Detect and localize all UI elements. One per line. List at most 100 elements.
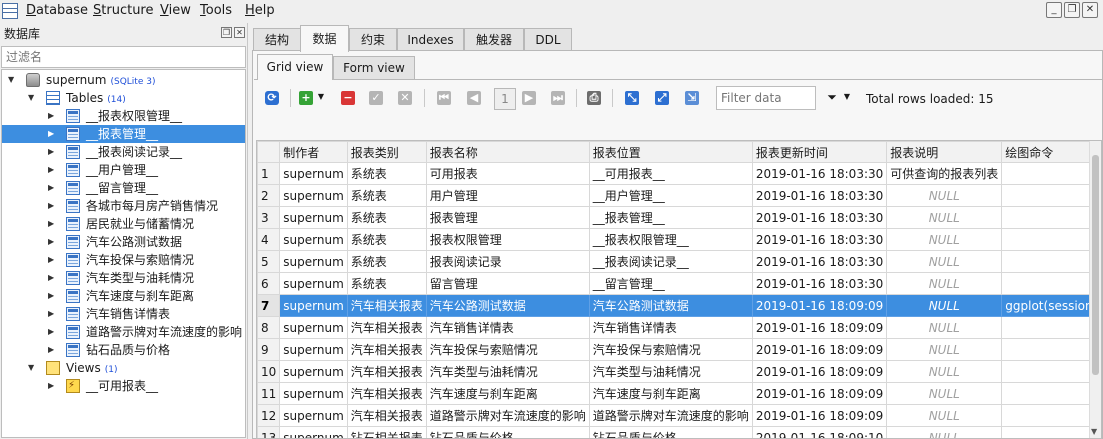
table-cell[interactable]: 系统表 xyxy=(346,272,427,295)
chevron-right-icon[interactable]: ▶ xyxy=(48,305,54,323)
tree-filter-input[interactable] xyxy=(1,46,246,68)
row-number[interactable]: 7 xyxy=(257,294,281,317)
table-cell[interactable]: 可供查询的报表列表 xyxy=(886,162,1003,185)
chevron-down-icon[interactable]: ▼ xyxy=(8,71,14,89)
table-cell[interactable]: 钻石品质与价格 xyxy=(425,426,590,438)
table-cell[interactable]: __可用报表__ xyxy=(588,162,753,185)
table-cell[interactable] xyxy=(1001,338,1101,361)
table-cell[interactable]: 2019-01-16 18:09:09 xyxy=(751,338,888,361)
menu-database[interactable]: Database xyxy=(26,3,88,18)
table-row[interactable]: 11 supernum 汽车相关报表 汽车速度与刹车距离 汽车速度与刹车距离 2019-0… xyxy=(257,382,1101,405)
prev-page-icon[interactable]: ◀ xyxy=(464,87,484,107)
database-tree[interactable]: ▼ supernum (SQLite 3) ▼ Tables (14) ▶ __报表权… xyxy=(1,69,246,438)
table-cell[interactable]: 报表权限管理 xyxy=(425,228,590,251)
table-cell[interactable]: 2019-01-16 18:09:09 xyxy=(751,360,888,383)
restore-icon[interactable]: ❐ xyxy=(1064,2,1080,18)
table-cell[interactable]: __用户管理__ xyxy=(588,184,753,207)
row-number[interactable]: 5 xyxy=(257,250,281,273)
table-cell[interactable]: supernum xyxy=(279,184,348,207)
chevron-right-icon[interactable]: ▶ xyxy=(48,233,54,251)
float-icon[interactable]: ❐ xyxy=(221,27,232,38)
table-cell[interactable]: 2019-01-16 18:03:30 xyxy=(751,272,888,295)
table-cell[interactable]: 汽车销售详情表 xyxy=(588,316,753,339)
chevron-down-icon[interactable]: ▼ xyxy=(316,87,326,107)
table-cell[interactable]: 系统表 xyxy=(346,206,427,229)
tree-table-item[interactable]: ▶ 道路警示牌对车流速度的影响 xyxy=(2,323,245,341)
table-row[interactable]: 3 supernum 系统表 报表管理 __报表管理__ 2019-01-16 18:03… xyxy=(257,206,1101,229)
tab-triggers[interactable]: 触发器 xyxy=(464,28,524,51)
menu-structure[interactable]: Structure xyxy=(93,3,154,18)
tree-table-item[interactable]: ▶ __报表管理__ xyxy=(2,125,245,143)
table-row[interactable]: 12 supernum 汽车相关报表 道路警示牌对车流速度的影响 道路警示牌对车流速度的… xyxy=(257,404,1101,427)
table-cell[interactable] xyxy=(1001,206,1101,229)
table-row[interactable]: 1 supernum 系统表 可用报表 __可用报表__ 2019-01-16 18:03… xyxy=(257,162,1101,185)
table-cell[interactable] xyxy=(1001,162,1101,185)
table-cell[interactable]: supernum xyxy=(279,382,348,405)
table-cell[interactable]: 钻石品质与价格 xyxy=(588,426,753,438)
table-cell[interactable]: NULL xyxy=(886,426,1003,438)
chevron-down-icon[interactable]: ▼ xyxy=(842,87,852,107)
minimize-icon[interactable]: _ xyxy=(1046,2,1062,18)
table-row[interactable]: 5 supernum 系统表 报表阅读记录 __报表阅读记录__ 2019-01-16 1… xyxy=(257,250,1101,273)
row-number[interactable]: 4 xyxy=(257,228,281,251)
row-number[interactable]: 11 xyxy=(257,382,281,405)
table-cell[interactable]: 可用报表 xyxy=(425,162,590,185)
table-cell[interactable]: 汽车公路测试数据 xyxy=(425,294,590,317)
table-row[interactable]: 6 supernum 系统表 留言管理 __留言管理__ 2019-01-16 18:03… xyxy=(257,272,1101,295)
table-cell[interactable]: supernum xyxy=(279,206,348,229)
chevron-right-icon[interactable]: ▶ xyxy=(48,269,54,287)
table-cell[interactable]: 2019-01-16 18:03:30 xyxy=(751,206,888,229)
chevron-right-icon[interactable]: ▶ xyxy=(48,143,54,161)
delete-row-icon[interactable]: − xyxy=(338,87,358,107)
table-cell[interactable]: NULL xyxy=(886,360,1003,383)
table-cell[interactable]: supernum xyxy=(279,272,348,295)
table-cell[interactable]: supernum xyxy=(279,316,348,339)
chevron-down-icon[interactable]: ▼ xyxy=(28,89,34,107)
row-number[interactable]: 1 xyxy=(257,162,281,185)
page-number-input[interactable]: 1 xyxy=(494,88,516,110)
table-cell[interactable]: 汽车类型与油耗情况 xyxy=(588,360,753,383)
table-cell[interactable]: 2019-01-16 18:09:09 xyxy=(751,382,888,405)
tree-table-item[interactable]: ▶ __用户管理__ xyxy=(2,161,245,179)
table-cell[interactable]: supernum xyxy=(279,162,348,185)
table-cell[interactable] xyxy=(1001,184,1101,207)
row-number[interactable]: 12 xyxy=(257,404,281,427)
tree-view-item[interactable]: ▶ __可用报表__ xyxy=(2,377,245,395)
commit-icon[interactable]: ✓ xyxy=(366,87,386,107)
tree-table-item[interactable]: ▶ __留言管理__ xyxy=(2,179,245,197)
table-cell[interactable]: 用户管理 xyxy=(425,184,590,207)
table-cell[interactable]: 道路警示牌对车流速度的影响 xyxy=(425,404,590,427)
table-cell[interactable]: 汽车相关报表 xyxy=(346,316,427,339)
row-number[interactable]: 6 xyxy=(257,272,281,295)
menu-tools[interactable]: Tools xyxy=(200,3,232,18)
table-cell[interactable]: 2019-01-16 18:09:10 xyxy=(751,426,888,438)
tree-database[interactable]: ▼ supernum (SQLite 3) xyxy=(2,71,245,89)
table-cell[interactable]: __报表阅读记录__ xyxy=(588,250,753,273)
print-icon[interactable]: ⎙ xyxy=(584,87,604,107)
table-cell[interactable]: supernum xyxy=(279,360,348,383)
collapse-icon[interactable]: ⤡ xyxy=(622,87,642,107)
tab-form-view[interactable]: Form view xyxy=(333,56,415,79)
import-icon[interactable]: ⇲ xyxy=(682,87,702,107)
table-cell[interactable]: supernum xyxy=(279,228,348,251)
table-cell[interactable]: NULL xyxy=(886,382,1003,405)
chevron-right-icon[interactable]: ▶ xyxy=(48,215,54,233)
tab-data[interactable]: 数据 xyxy=(300,25,349,52)
table-cell[interactable]: 汽车类型与油耗情况 xyxy=(425,360,590,383)
row-number[interactable]: 13 xyxy=(257,426,281,438)
table-cell[interactable]: NULL xyxy=(886,228,1003,251)
chevron-right-icon[interactable]: ▶ xyxy=(48,323,54,341)
table-row[interactable]: 2 supernum 系统表 用户管理 __用户管理__ 2019-01-16 18:03… xyxy=(257,184,1101,207)
table-cell[interactable]: 汽车相关报表 xyxy=(346,404,427,427)
tree-table-item[interactable]: ▶ 汽车投保与索赔情况 xyxy=(2,251,245,269)
table-cell[interactable]: NULL xyxy=(886,338,1003,361)
menu-help[interactable]: Help xyxy=(245,3,275,18)
table-cell[interactable]: NULL xyxy=(886,404,1003,427)
table-cell[interactable]: 2019-01-16 18:09:09 xyxy=(751,316,888,339)
table-row[interactable]: 9 supernum 汽车相关报表 汽车投保与索赔情况 汽车投保与索赔情况 2019-01… xyxy=(257,338,1101,361)
chevron-right-icon[interactable]: ▶ xyxy=(48,107,54,125)
table-cell[interactable]: 汽车投保与索赔情况 xyxy=(588,338,753,361)
table-cell[interactable]: 报表阅读记录 xyxy=(425,250,590,273)
table-cell[interactable] xyxy=(1001,382,1101,405)
table-cell[interactable]: 2019-01-16 18:03:30 xyxy=(751,228,888,251)
